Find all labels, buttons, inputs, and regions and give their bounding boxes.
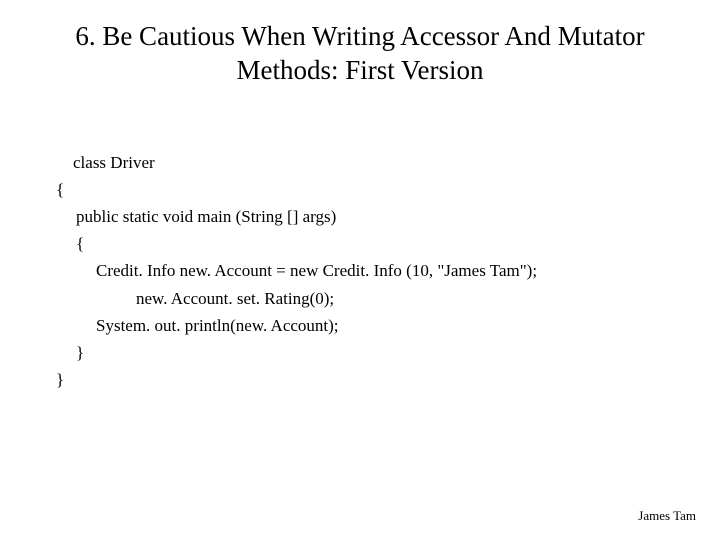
code-line: } [56, 370, 64, 389]
slide: 6. Be Cautious When Writing Accessor And… [0, 0, 720, 540]
code-line: { [56, 180, 64, 199]
code-line: } [56, 339, 664, 366]
code-line: { [56, 230, 664, 257]
code-line: Credit. Info new. Account = new Credit. … [56, 257, 664, 284]
code-line: new. Account. set. Rating(0); [56, 285, 664, 312]
slide-title: 6. Be Cautious When Writing Accessor And… [56, 20, 664, 88]
footer-author: James Tam [638, 508, 696, 524]
code-block: class Driver { public static void main (… [56, 122, 664, 421]
code-line: class Driver [73, 153, 155, 172]
code-line: System. out. println(new. Account); [56, 312, 664, 339]
code-line: public static void main (String [] args) [56, 203, 664, 230]
